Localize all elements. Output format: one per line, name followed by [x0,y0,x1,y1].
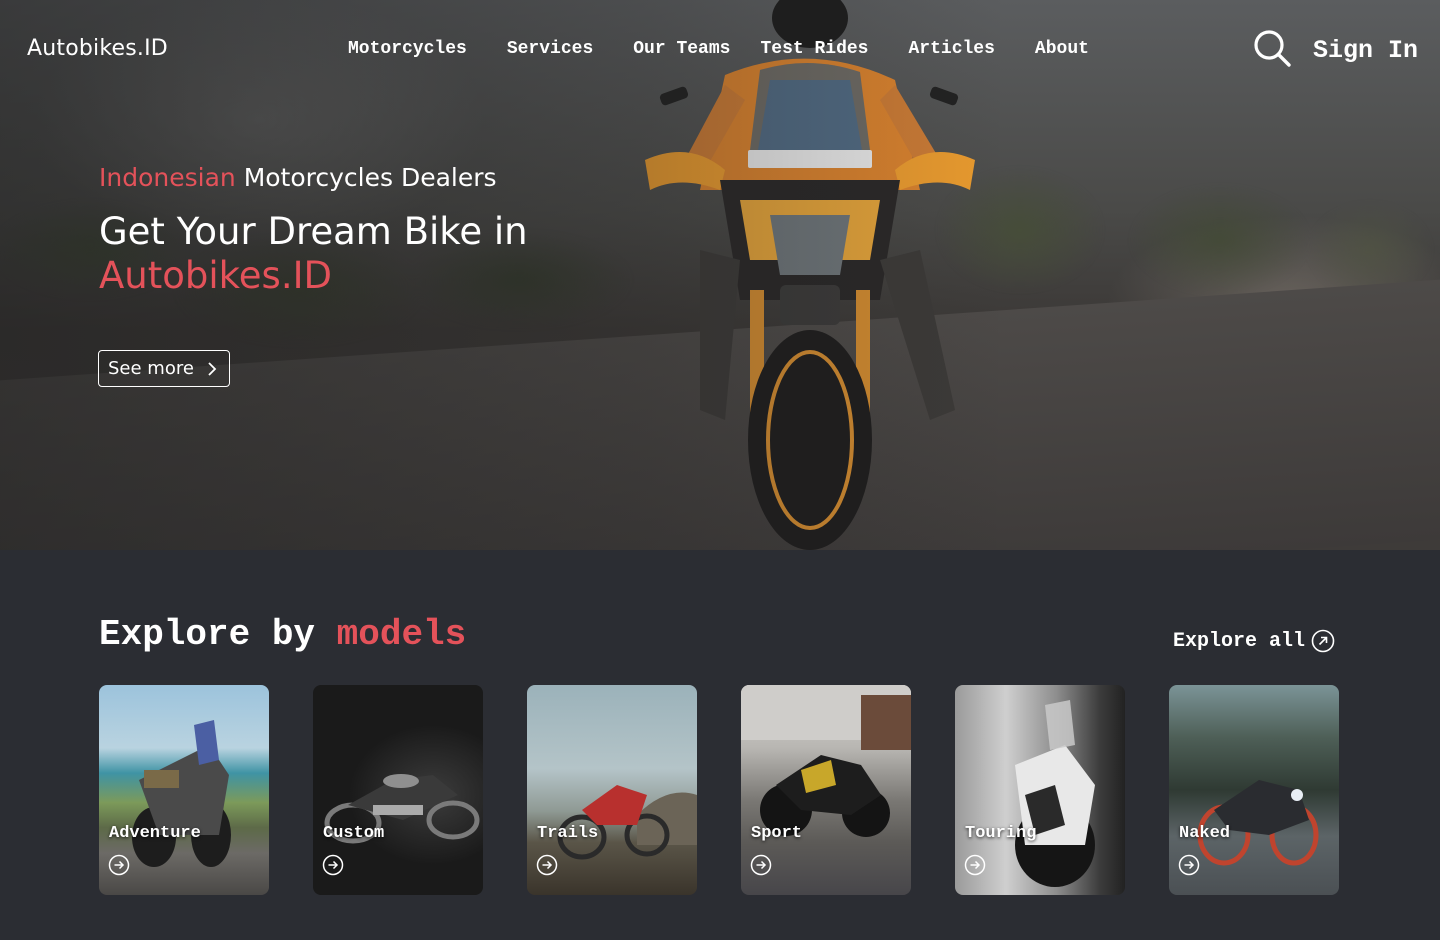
arrow-right-circle-icon [108,854,130,876]
arrow-up-right-circle-icon [1311,629,1335,653]
explore-all-link[interactable]: Explore all [1173,629,1335,653]
hero-subtitle-text: Motorcycles Dealers [235,163,497,192]
model-card-trails[interactable]: Trails [527,685,697,895]
nav-item-articles[interactable]: Articles [909,39,995,59]
nav-item-services[interactable]: Services [507,39,593,59]
model-card-label: Custom [323,824,385,843]
model-card-adventure[interactable]: Adventure [99,685,269,895]
explore-section-title: Explore by models [99,614,466,655]
model-card-sport[interactable]: Sport [741,685,911,895]
nav-item-test-rides[interactable]: Test Rides [760,39,868,59]
model-card-label: Touring [965,824,1037,843]
model-card-naked[interactable]: Naked [1169,685,1339,895]
see-more-label: See more [108,358,194,379]
model-cards: Adventure Custom Trails Sport Touring Na… [99,685,1339,895]
arrow-right-circle-icon [750,854,772,876]
arrow-right-circle-icon [1178,854,1200,876]
top-navigation: Autobikes.ID Motorcycles Services Our Te… [0,0,1440,100]
see-more-button[interactable]: See more [98,350,230,387]
site-logo[interactable]: Autobikes.ID [27,36,168,61]
hero-subtitle: Indonesian Motorcycles Dealers [99,163,497,192]
hero-headline-highlight: Autobikes.ID [99,254,332,297]
sign-in-button[interactable]: Sign In [1313,36,1418,65]
hero-headline: Get Your Dream Bike in Autobikes.ID [99,210,528,298]
main-menu: Motorcycles Services Our Teams Test Ride… [348,39,1129,59]
search-icon[interactable] [1252,28,1292,68]
model-card-label: Trails [537,824,599,843]
chevron-right-icon [208,361,217,376]
nav-item-our-teams[interactable]: Our Teams [633,39,730,59]
hero-subtitle-highlight: Indonesian [99,163,236,192]
model-card-custom[interactable]: Custom [313,685,483,895]
arrow-right-circle-icon [322,854,344,876]
nav-item-about[interactable]: About [1035,39,1089,59]
explore-title-text: Explore by [99,614,337,655]
nav-item-motorcycles[interactable]: Motorcycles [348,39,467,59]
model-card-label: Sport [751,824,803,843]
explore-all-label: Explore all [1173,629,1306,653]
model-card-label: Naked [1179,824,1231,843]
explore-title-highlight: models [336,614,467,655]
arrow-right-circle-icon [536,854,558,876]
hero-headline-text: Get Your Dream Bike in [99,210,528,253]
model-card-touring[interactable]: Touring [955,685,1125,895]
arrow-right-circle-icon [964,854,986,876]
model-card-label: Adventure [109,824,201,843]
